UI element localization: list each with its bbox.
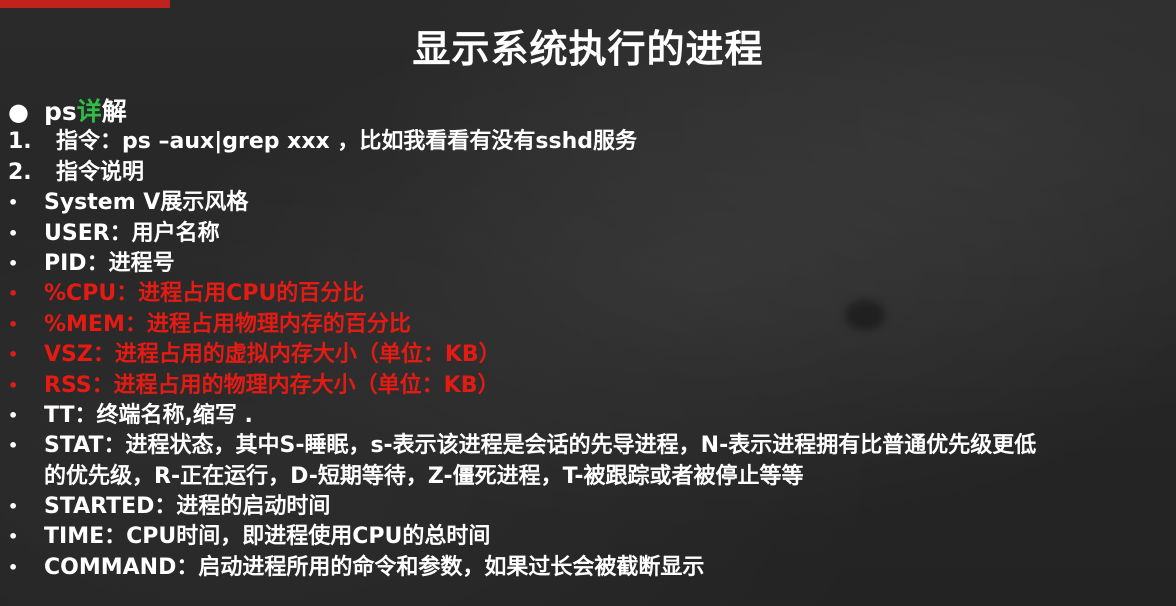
list-item: • STAT：进程状态，其中S-睡眠，s-表示该进程是会话的先导进程，N-表示进程… xyxy=(0,431,1176,461)
list-item-text: System V展示风格 xyxy=(44,190,249,216)
list-item-text: STAT：进程状态，其中S-睡眠，s-表示该进程是会话的先导进程，N-表示进程拥… xyxy=(44,433,1037,459)
bullet-marker: • xyxy=(8,284,19,304)
list-item-text: PID：进程号 xyxy=(44,250,175,276)
bullet-marker: • xyxy=(8,314,19,334)
list-item: • %CPU：进程占用CPU的百分比 xyxy=(0,279,1176,309)
step-text: 指令：ps –aux|grep xxx ，比如我看看有没有sshd服务 xyxy=(56,129,637,155)
step-item: 1. 指令：ps –aux|grep xxx ，比如我看看有没有sshd服务 xyxy=(0,127,1176,157)
list-item: • RSS：进程占用的物理内存大小（单位：KB） xyxy=(0,371,1176,401)
list-item-continuation: 的优先级，R-正在运行，D-短期等待，Z-僵死进程，T-被跟踪或者被停止等等 xyxy=(44,463,804,489)
list-item-text: RSS：进程占用的物理内存大小（单位：KB） xyxy=(44,372,500,398)
steps-list: 1. 指令：ps –aux|grep xxx ，比如我看看有没有sshd服务 2. 指… xyxy=(0,127,1176,188)
bullet-marker: • xyxy=(8,375,19,395)
list-item-text: %CPU：进程占用CPU的百分比 xyxy=(44,281,365,307)
list-item: • TIME：CPU时间，即进程使用CPU的总时间 xyxy=(0,522,1176,552)
list-item: 的优先级，R-正在运行，D-短期等待，Z-僵死进程，T-被跟踪或者被停止等等 xyxy=(0,462,1176,492)
list-item-text: TIME：CPU时间，即进程使用CPU的总时间 xyxy=(44,524,491,550)
corner-tab xyxy=(0,0,170,8)
list-item-text: USER：用户名称 xyxy=(44,220,220,246)
bullet-marker: • xyxy=(8,497,19,517)
heading-bullet: ● xyxy=(8,98,29,126)
list-item-text: COMMAND：启动进程所用的命令和参数，如果过长会被截断显示 xyxy=(44,554,705,580)
items-list: • System V展示风格 • USER：用户名称 • PID：进程号 • %CPU：进程占… xyxy=(0,188,1176,583)
list-item-text: TT：终端名称,缩写 . xyxy=(44,402,253,428)
bullet-marker: • xyxy=(8,405,19,425)
list-item: • VSZ：进程占用的虚拟内存大小（单位：KB） xyxy=(0,340,1176,370)
list-item: • STARTED：进程的启动时间 xyxy=(0,492,1176,522)
bullet-marker: • xyxy=(8,527,19,547)
step-item: 2. 指令说明 xyxy=(0,158,1176,188)
bullet-marker: • xyxy=(8,193,19,213)
list-item-text: STARTED：进程的启动时间 xyxy=(44,494,331,520)
heading-accent: 详 xyxy=(76,97,102,126)
slide-content: ● ps详解 1. 指令：ps –aux|grep xxx ，比如我看看有没有ss… xyxy=(0,97,1176,583)
list-item-text: %MEM：进程占用物理内存的百分比 xyxy=(44,311,411,337)
heading-text: ps详解 xyxy=(44,97,127,127)
list-item: • TT：终端名称,缩写 . xyxy=(0,401,1176,431)
bullet-marker: • xyxy=(8,223,19,243)
list-item: • COMMAND：启动进程所用的命令和参数，如果过长会被截断显示 xyxy=(0,553,1176,583)
list-item: • System V展示风格 xyxy=(0,188,1176,218)
page-title: 显示系统执行的进程 xyxy=(412,27,764,71)
step-number: 1. xyxy=(8,129,32,155)
heading-suffix: 解 xyxy=(101,97,127,126)
bullet-marker: • xyxy=(8,557,19,577)
list-item: • %MEM：进程占用物理内存的百分比 xyxy=(0,310,1176,340)
heading-line: ● ps详解 xyxy=(0,97,1176,127)
bullet-marker: • xyxy=(8,345,19,365)
step-text: 指令说明 xyxy=(56,159,145,185)
bullet-marker: • xyxy=(8,436,19,456)
heading-prefix: ps xyxy=(44,97,77,126)
list-item-text: VSZ：进程占用的虚拟内存大小（单位：KB） xyxy=(44,342,501,368)
step-number: 2. xyxy=(8,159,32,185)
list-item: • USER：用户名称 xyxy=(0,219,1176,249)
bullet-marker: • xyxy=(8,253,19,273)
list-item: • PID：进程号 xyxy=(0,249,1176,279)
